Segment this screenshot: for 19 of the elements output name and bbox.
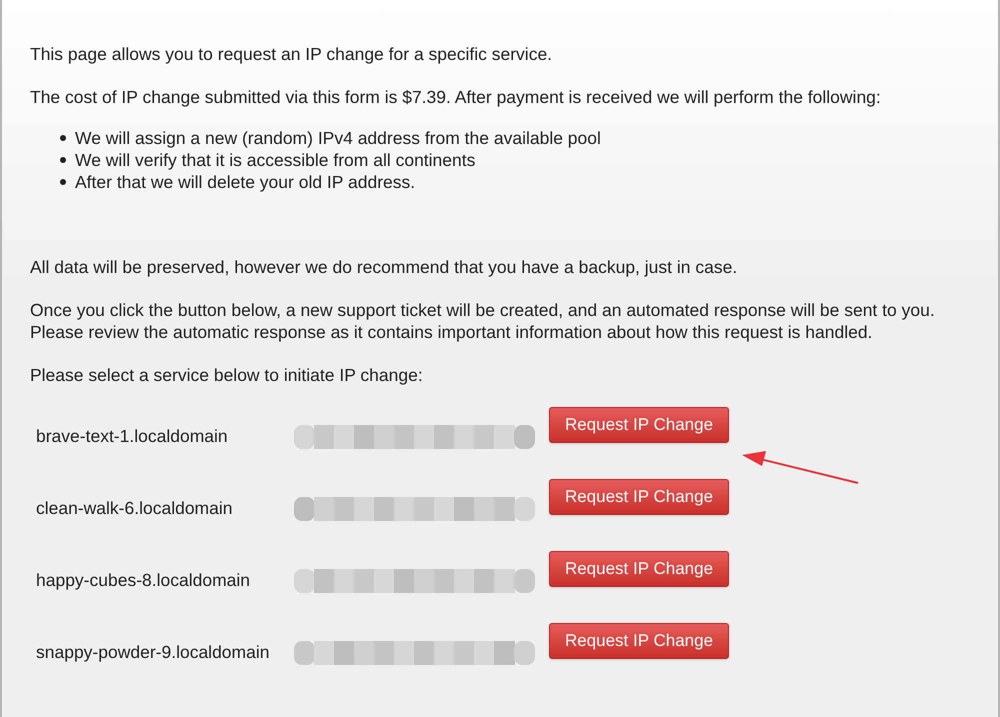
intro-text: This page allows you to request an IP change for a specific service. [30,43,554,65]
bullet-icon [60,157,66,163]
select-prompt: Please select a service below to initiate IP change: [30,364,424,386]
bullet-icon [60,135,66,141]
request-ip-change-button[interactable]: Request IP Change [549,551,729,587]
bullet-icon [60,179,66,185]
service-hostname: clean-walk-6.localdomain [35,497,234,519]
service-hostname: brave-text-1.localdomain [35,425,229,447]
data-note: All data will be preserved, however we do recommend that you have a backup, just in case. [30,256,738,278]
list-item-text: We will assign a new (random) IPv4 address from the available pool [75,127,601,149]
request-ip-change-button[interactable]: Request IP Change [549,407,729,443]
cost-text: The cost of IP change submitted via this form is $7.39. After payment is received we will perform the following: [30,86,882,108]
request-ip-change-button[interactable]: Request IP Change [549,623,729,659]
list-item-text: We will verify that it is accessible from all continents [75,149,476,171]
list-item-text: After that we will delete your old IP address. [75,171,416,193]
ticket-note: Once you click the button below, a new support ticket will be created, and an automated response will be sent to you. Please review the automatic response as it contains important information about how this request is handled. [30,299,936,343]
service-hostname: happy-cubes-8.localdomain [35,569,252,591]
service-hostname: snappy-powder-9.localdomain [35,641,270,663]
request-ip-change-button[interactable]: Request IP Change [549,479,729,515]
